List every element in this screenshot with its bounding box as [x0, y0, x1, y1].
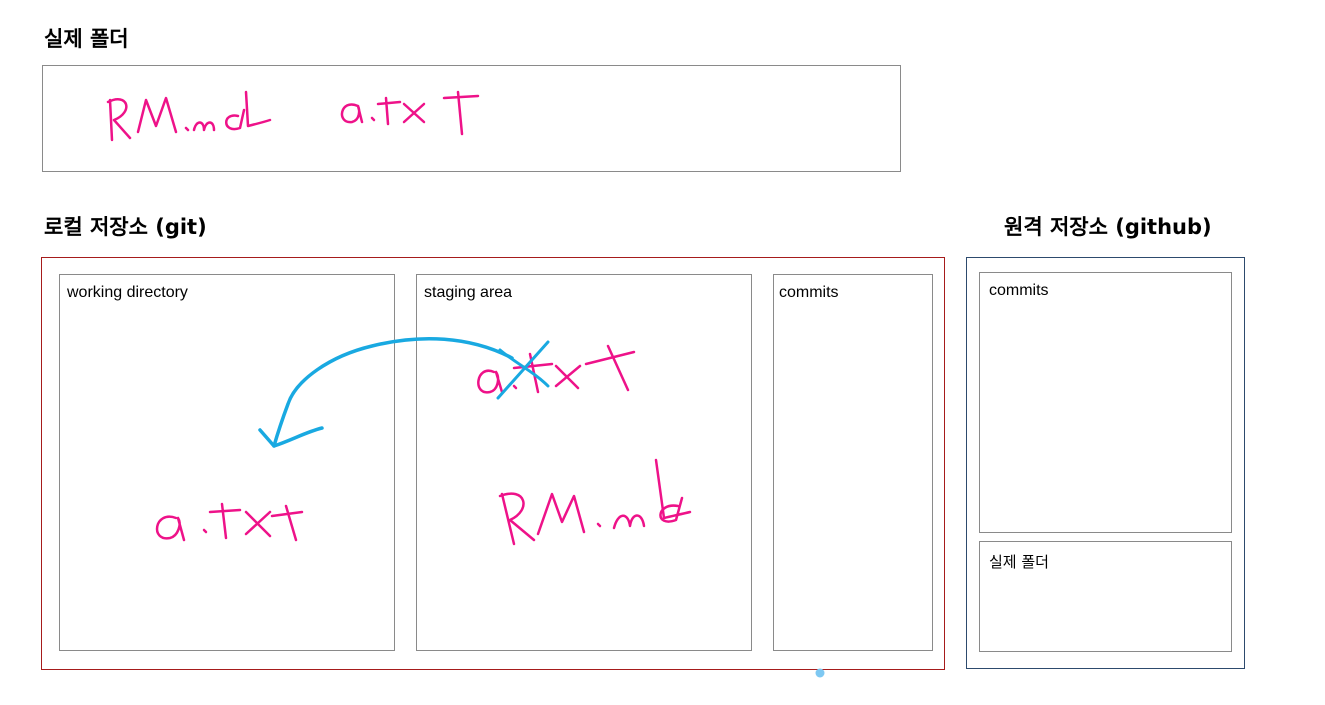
- working-directory-box: working directory: [59, 274, 395, 651]
- remote-commits-box: commits: [979, 272, 1232, 533]
- working-directory-label: working directory: [67, 284, 188, 301]
- diagram-canvas: 실제 폴더 로컬 저장소 (git) working directory sta…: [0, 0, 1325, 705]
- local-commits-box: commits: [773, 274, 933, 651]
- staging-area-label: staging area: [424, 284, 513, 301]
- real-folder-box: [42, 65, 901, 172]
- remote-real-folder-label: 실제 폴더: [989, 553, 1049, 571]
- remote-commits-label: commits: [989, 282, 1049, 299]
- local-repo-heading: 로컬 저장소 (git): [44, 215, 207, 239]
- remote-repo-heading: 원격 저장소 (github): [1004, 215, 1212, 239]
- real-folder-heading: 실제 폴더: [44, 27, 129, 51]
- local-commits-label: commits: [779, 284, 839, 301]
- remote-real-folder-box: 실제 폴더: [979, 541, 1232, 652]
- staging-area-box: staging area: [416, 274, 752, 651]
